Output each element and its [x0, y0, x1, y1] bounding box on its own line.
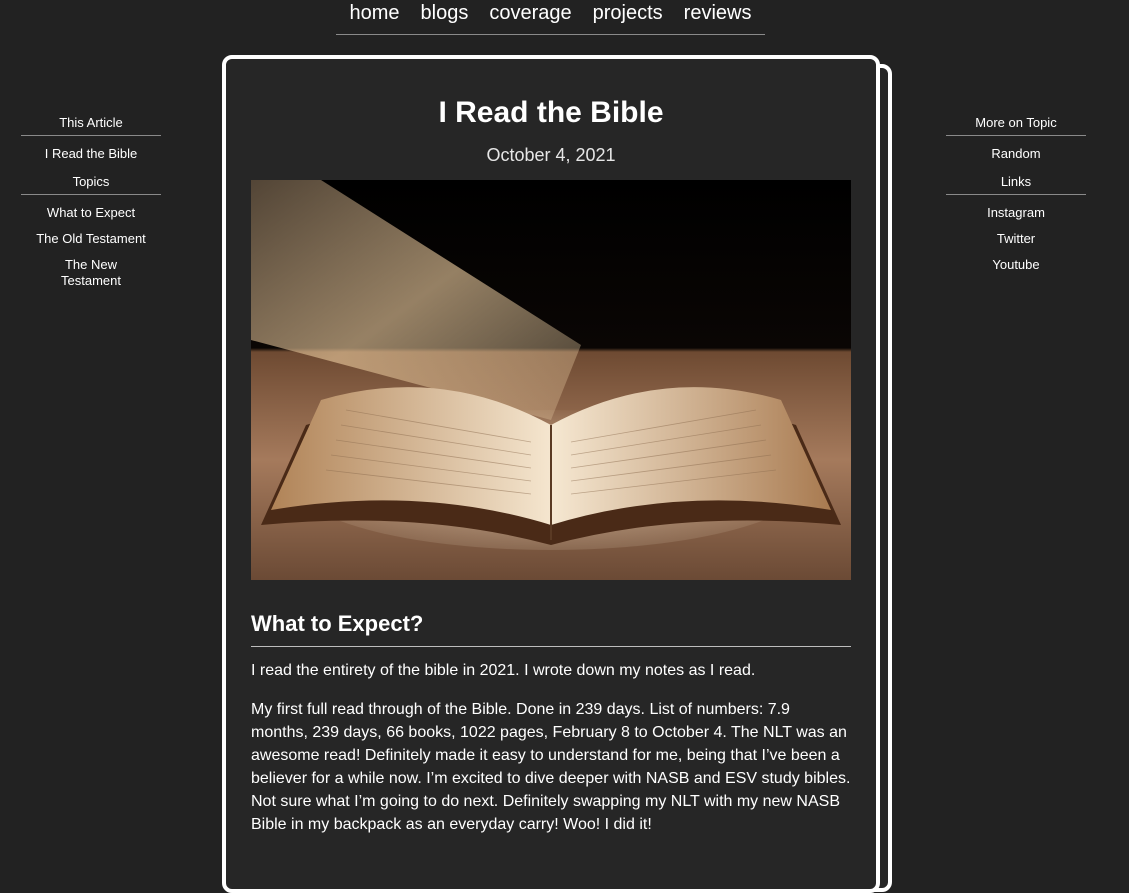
instagram-link[interactable]: Instagram: [946, 205, 1086, 221]
this-article-section: This Article I Read the Bible: [21, 114, 161, 162]
topics-heading: Topics: [21, 173, 161, 195]
topic-link-old-testament[interactable]: The Old Testament: [21, 231, 161, 247]
more-on-topic-heading: More on Topic: [946, 114, 1086, 136]
twitter-link[interactable]: Twitter: [946, 231, 1086, 247]
left-sidebar: This Article I Read the Bible Topics Wha…: [21, 114, 161, 300]
nav-coverage-link[interactable]: coverage: [479, 0, 582, 34]
nav-blogs-link[interactable]: blogs: [410, 0, 479, 34]
topic-link-what-to-expect[interactable]: What to Expect: [21, 205, 161, 221]
article-title: I Read the Bible: [438, 96, 664, 129]
this-article-heading: This Article: [21, 114, 161, 136]
nav-reviews-link[interactable]: reviews: [673, 0, 762, 34]
open-bible-image: [251, 180, 851, 580]
links-heading: Links: [946, 173, 1086, 195]
right-sidebar: More on Topic Random Links Instagram Twi…: [946, 114, 1086, 284]
nav-home-link[interactable]: home: [339, 0, 410, 34]
links-section: Links Instagram Twitter Youtube: [946, 173, 1086, 273]
section-heading-what-to-expect: What to Expect?: [251, 610, 851, 647]
article-card: I Read the Bible October 4, 2021 What to…: [222, 55, 880, 893]
topic-link-new-testament[interactable]: The New Testament: [51, 257, 131, 289]
article-content: I Read the Bible October 4, 2021 What to…: [251, 59, 851, 852]
article-paragraph-1: I read the entirety of the bible in 2021…: [251, 662, 756, 679]
this-article-link[interactable]: I Read the Bible: [21, 146, 161, 162]
article-paragraph-2: My first full read through of the Bible.…: [251, 701, 851, 833]
article-date: October 4, 2021: [486, 145, 616, 165]
random-link[interactable]: Random: [946, 146, 1086, 162]
nav-projects-link[interactable]: projects: [582, 0, 673, 34]
more-on-topic-section: More on Topic Random: [946, 114, 1086, 162]
top-navigation: home blogs coverage projects reviews: [336, 0, 765, 35]
topics-section: Topics What to Expect The Old Testament …: [21, 173, 161, 289]
youtube-link[interactable]: Youtube: [946, 257, 1086, 273]
